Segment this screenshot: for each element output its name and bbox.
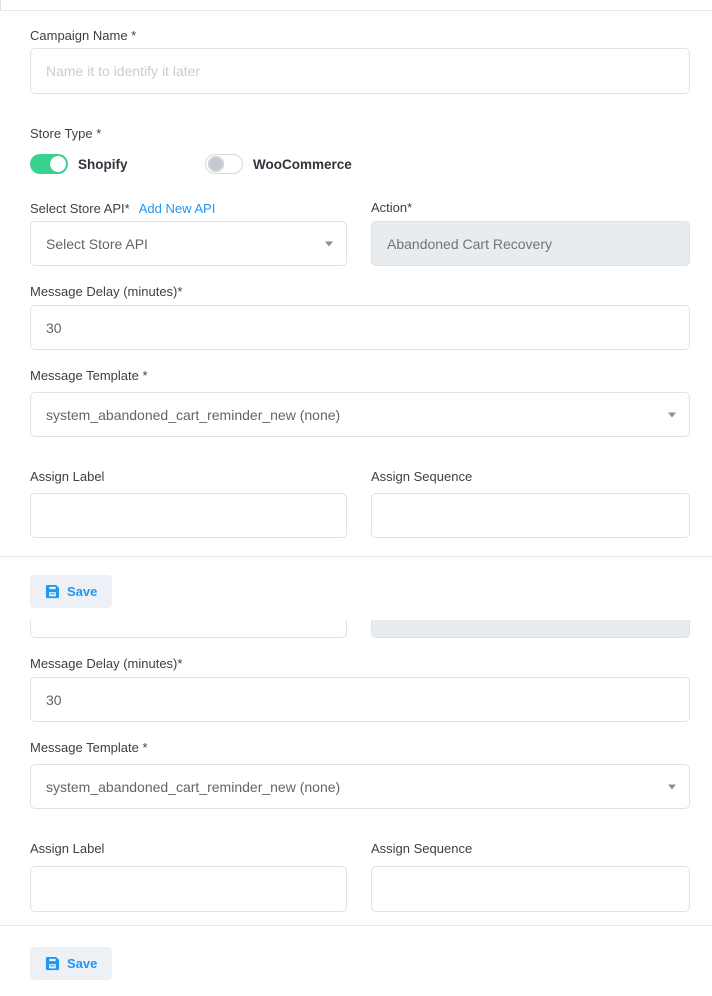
message-template-label: Message Template * — [30, 369, 148, 383]
campaign-name-label: Campaign Name * — [30, 29, 136, 43]
action-value: Abandoned Cart Recovery — [387, 236, 552, 252]
card-footer-border — [0, 925, 712, 926]
message-template-selected-value: system_abandoned_cart_reminder_new (none… — [46, 779, 674, 795]
action-field: Abandoned Cart Recovery — [371, 221, 690, 266]
add-new-api-link[interactable]: Add New API — [139, 201, 216, 216]
woocommerce-toggle[interactable] — [205, 154, 243, 174]
assign-label-label: Assign Label — [30, 842, 104, 856]
shopify-toggle[interactable] — [30, 154, 68, 174]
chevron-down-icon — [668, 412, 676, 417]
card-left-edge-tick — [0, 0, 1, 10]
action-field-clipped — [371, 620, 690, 638]
save-button-label: Save — [67, 584, 97, 599]
assign-label-label: Assign Label — [30, 470, 104, 484]
card-footer-border — [0, 556, 712, 557]
select-store-api-selected-value: Select Store API — [46, 236, 331, 252]
message-delay-label: Message Delay (minutes)* — [30, 285, 182, 299]
shopify-toggle-label: Shopify — [78, 157, 128, 172]
floppy-disk-icon — [45, 956, 60, 971]
save-button-label: Save — [67, 956, 97, 971]
floppy-disk-icon — [45, 584, 60, 599]
toggle-knob — [208, 156, 224, 172]
select-store-api-dropdown-clipped[interactable] — [30, 620, 347, 638]
card-top-border — [0, 10, 712, 11]
message-template-dropdown[interactable]: system_abandoned_cart_reminder_new (none… — [30, 392, 690, 437]
assign-sequence-input[interactable] — [371, 493, 690, 538]
message-delay-input[interactable] — [30, 305, 690, 350]
chevron-down-icon — [668, 784, 676, 789]
store-type-woocommerce-option[interactable]: WooCommerce — [205, 154, 352, 174]
campaign-name-input[interactable] — [30, 48, 690, 94]
message-template-selected-value: system_abandoned_cart_reminder_new (none… — [46, 407, 674, 423]
store-type-shopify-option[interactable]: Shopify — [30, 154, 128, 174]
toggle-knob — [50, 156, 66, 172]
assign-label-input[interactable] — [30, 866, 347, 912]
select-store-api-dropdown[interactable]: Select Store API — [30, 221, 347, 266]
store-type-label: Store Type * — [30, 127, 101, 141]
select-store-api-label-row: Select Store API* Add New API — [30, 201, 215, 216]
save-button[interactable]: Save — [30, 947, 112, 980]
assign-sequence-label: Assign Sequence — [371, 842, 472, 856]
assign-sequence-label: Assign Sequence — [371, 470, 472, 484]
assign-sequence-input[interactable] — [371, 866, 690, 912]
chevron-down-icon — [325, 241, 333, 246]
message-template-dropdown[interactable]: system_abandoned_cart_reminder_new (none… — [30, 764, 690, 809]
save-button[interactable]: Save — [30, 575, 112, 608]
action-label: Action* — [371, 201, 412, 215]
woocommerce-toggle-label: WooCommerce — [253, 157, 352, 172]
campaign-form-page: Campaign Name * Store Type * Shopify Woo… — [0, 0, 712, 996]
assign-label-input[interactable] — [30, 493, 347, 538]
message-delay-input[interactable] — [30, 677, 690, 722]
select-store-api-label: Select Store API* — [30, 202, 130, 216]
message-template-label: Message Template * — [30, 741, 148, 755]
message-delay-label: Message Delay (minutes)* — [30, 657, 182, 671]
